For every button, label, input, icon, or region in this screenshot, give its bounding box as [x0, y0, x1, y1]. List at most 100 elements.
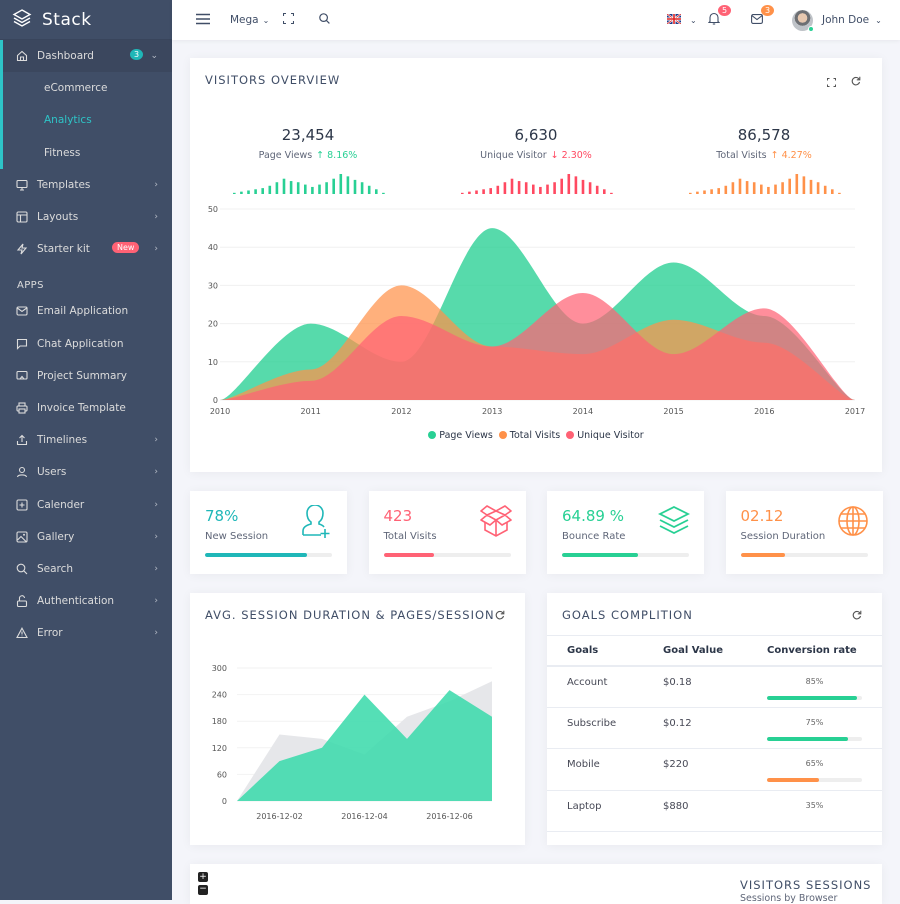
y-tick-label: 60 [217, 770, 227, 779]
legend-item[interactable]: Unique Visitor [566, 430, 644, 441]
sidebar-item-layouts[interactable]: Layouts › [0, 201, 172, 233]
reload-button[interactable] [852, 605, 862, 624]
goal-name: Subscribe [547, 707, 643, 749]
sidebar-item-search[interactable]: Search › [0, 553, 172, 585]
sidebar-item-invoice-template[interactable]: Invoice Template [0, 392, 172, 424]
column-header: Goals [547, 635, 643, 667]
legend-item[interactable]: Total Visits [498, 430, 560, 441]
sidebar-item-label: Layouts [37, 211, 79, 224]
chevron-down-icon: ⌄ [690, 15, 697, 25]
sidebar-item-label: Project Summary [37, 369, 128, 382]
chevron-right-icon: › [154, 435, 158, 446]
stat-card-value: 64.89 % [562, 507, 624, 525]
goal-name: Mobile [547, 748, 643, 791]
chevron-right-icon: › [154, 244, 158, 255]
user-icon [16, 466, 28, 478]
messages-button[interactable]: 3 [751, 0, 775, 40]
column-header: Goal Value [643, 635, 747, 667]
goal-value: $0.18 [643, 665, 747, 708]
progress-bar [767, 695, 862, 700]
unlock-icon [16, 595, 28, 608]
stat-card-label: Session Duration [740, 531, 826, 542]
alert-triangle-icon [16, 627, 28, 639]
y-tick-label: 0 [213, 396, 218, 405]
notifications-button[interactable]: 5 [707, 0, 732, 40]
avg-session-card: AVG. SESSION DURATION & PAGES/SESSION 06… [190, 593, 525, 845]
messages-count-badge: 3 [761, 5, 775, 16]
x-tick-label: 2016-12-02 [256, 812, 303, 821]
sidebar-item-calender[interactable]: Calender › [0, 488, 172, 520]
legend-label: Page Views [439, 430, 493, 441]
sidebar: Stack Dashboard 3 ⌄ eCommerce Analytics Fi… [0, 0, 172, 900]
sidebar-subitem-ecommerce[interactable]: eCommerce [0, 72, 172, 105]
progress-bar [767, 778, 862, 782]
stat-card-value: 423 [383, 507, 413, 525]
zoom-in-button[interactable]: + [198, 872, 208, 882]
sidebar-subitem-fitness[interactable]: Fitness [0, 136, 172, 169]
stat-card-value: 78% [205, 507, 239, 525]
dashboard-count-badge: 3 [130, 49, 144, 60]
sidebar-item-label: Search [37, 562, 74, 575]
sidebar-item-label: Analytics [44, 114, 92, 127]
sidebar-item-dashboard[interactable]: Dashboard 3 ⌄ [0, 40, 172, 73]
sidebar-item-email-application[interactable]: Email Application [0, 295, 172, 327]
sidebar-item-gallery[interactable]: Gallery › [0, 521, 172, 553]
session-area-chart: 0 60 120 180 240 300 2016-12-02 2016-12-04 2016-… [212, 664, 492, 821]
new-badge: New [112, 242, 140, 254]
user-menu-dropdown[interactable]: John Doe ⌄ [792, 0, 882, 40]
stat-card-label: Total Visits [383, 531, 437, 542]
sidebar-subitem-analytics[interactable]: Analytics [0, 104, 172, 137]
sidebar-item-label: Timelines [37, 434, 88, 447]
legend-item[interactable]: Page Views [428, 430, 493, 441]
user-plus-icon [299, 504, 333, 543]
online-status-dot [808, 25, 814, 32]
home-icon [16, 50, 28, 62]
chevron-down-icon: ⌄ [262, 15, 270, 25]
sidebar-item-label: Fitness [44, 146, 81, 159]
sidebar-item-timelines[interactable]: Timelines › [0, 424, 172, 456]
y-tick-label: 180 [212, 717, 227, 726]
search-button[interactable] [319, 0, 330, 40]
menu-toggle-button[interactable] [196, 0, 210, 40]
monitor-icon [16, 179, 28, 191]
stat-card-session-duration: 02.12 Session Duration [725, 491, 883, 574]
language-dropdown[interactable]: ⌄ [666, 0, 697, 40]
sidebar-item-chat-application[interactable]: Chat Application [0, 328, 172, 360]
stat-card-bounce-rate: 64.89 % Bounce Rate [547, 491, 704, 574]
mega-menu-dropdown[interactable]: Mega ⌄ [230, 0, 269, 40]
expand-icon [282, 12, 295, 27]
hamburger-icon [196, 13, 210, 28]
sidebar-item-label: Starter kit [37, 243, 90, 256]
sidebar-item-label: Email Application [37, 305, 129, 318]
x-tick-label: 2012 [391, 407, 411, 416]
chevron-down-icon: ⌄ [875, 15, 882, 25]
sidebar-item-error[interactable]: Error › [0, 617, 172, 649]
sidebar-item-users[interactable]: Users › [0, 456, 172, 488]
card-title: GOALS COMPLITION [562, 608, 693, 622]
progress-fill [767, 736, 848, 741]
sidebar-item-templates[interactable]: Templates › [0, 169, 172, 201]
y-tick-label: 10 [208, 358, 218, 367]
user-name: John Doe [822, 14, 870, 26]
zap-icon [16, 243, 28, 255]
sidebar-item-starter-kit[interactable]: Starter kit New › [0, 233, 172, 265]
stat-card-total-visits: 423 Total Visits [368, 491, 526, 574]
layout-icon [16, 211, 28, 223]
calendar-plus-icon [16, 498, 28, 511]
uk-flag-icon [666, 12, 682, 27]
x-tick-label: 2010 [210, 407, 230, 416]
brand[interactable]: Stack [0, 0, 172, 40]
sidebar-item-authentication[interactable]: Authentication › [0, 585, 172, 617]
stack-logo-icon [12, 8, 32, 32]
search-icon [16, 563, 28, 575]
progress-fill [767, 778, 820, 782]
box-icon [479, 505, 512, 541]
column-header: Conversion rate [747, 635, 882, 667]
sidebar-item-label: Dashboard [37, 50, 94, 63]
zoom-out-button[interactable]: − [198, 885, 208, 895]
sidebar-item-project-summary[interactable]: Project Summary [0, 360, 172, 392]
y-tick-label: 300 [212, 664, 227, 673]
mega-label: Mega [230, 14, 259, 26]
fullscreen-button[interactable] [282, 0, 295, 40]
stat-card-value: 02.12 [740, 507, 784, 525]
